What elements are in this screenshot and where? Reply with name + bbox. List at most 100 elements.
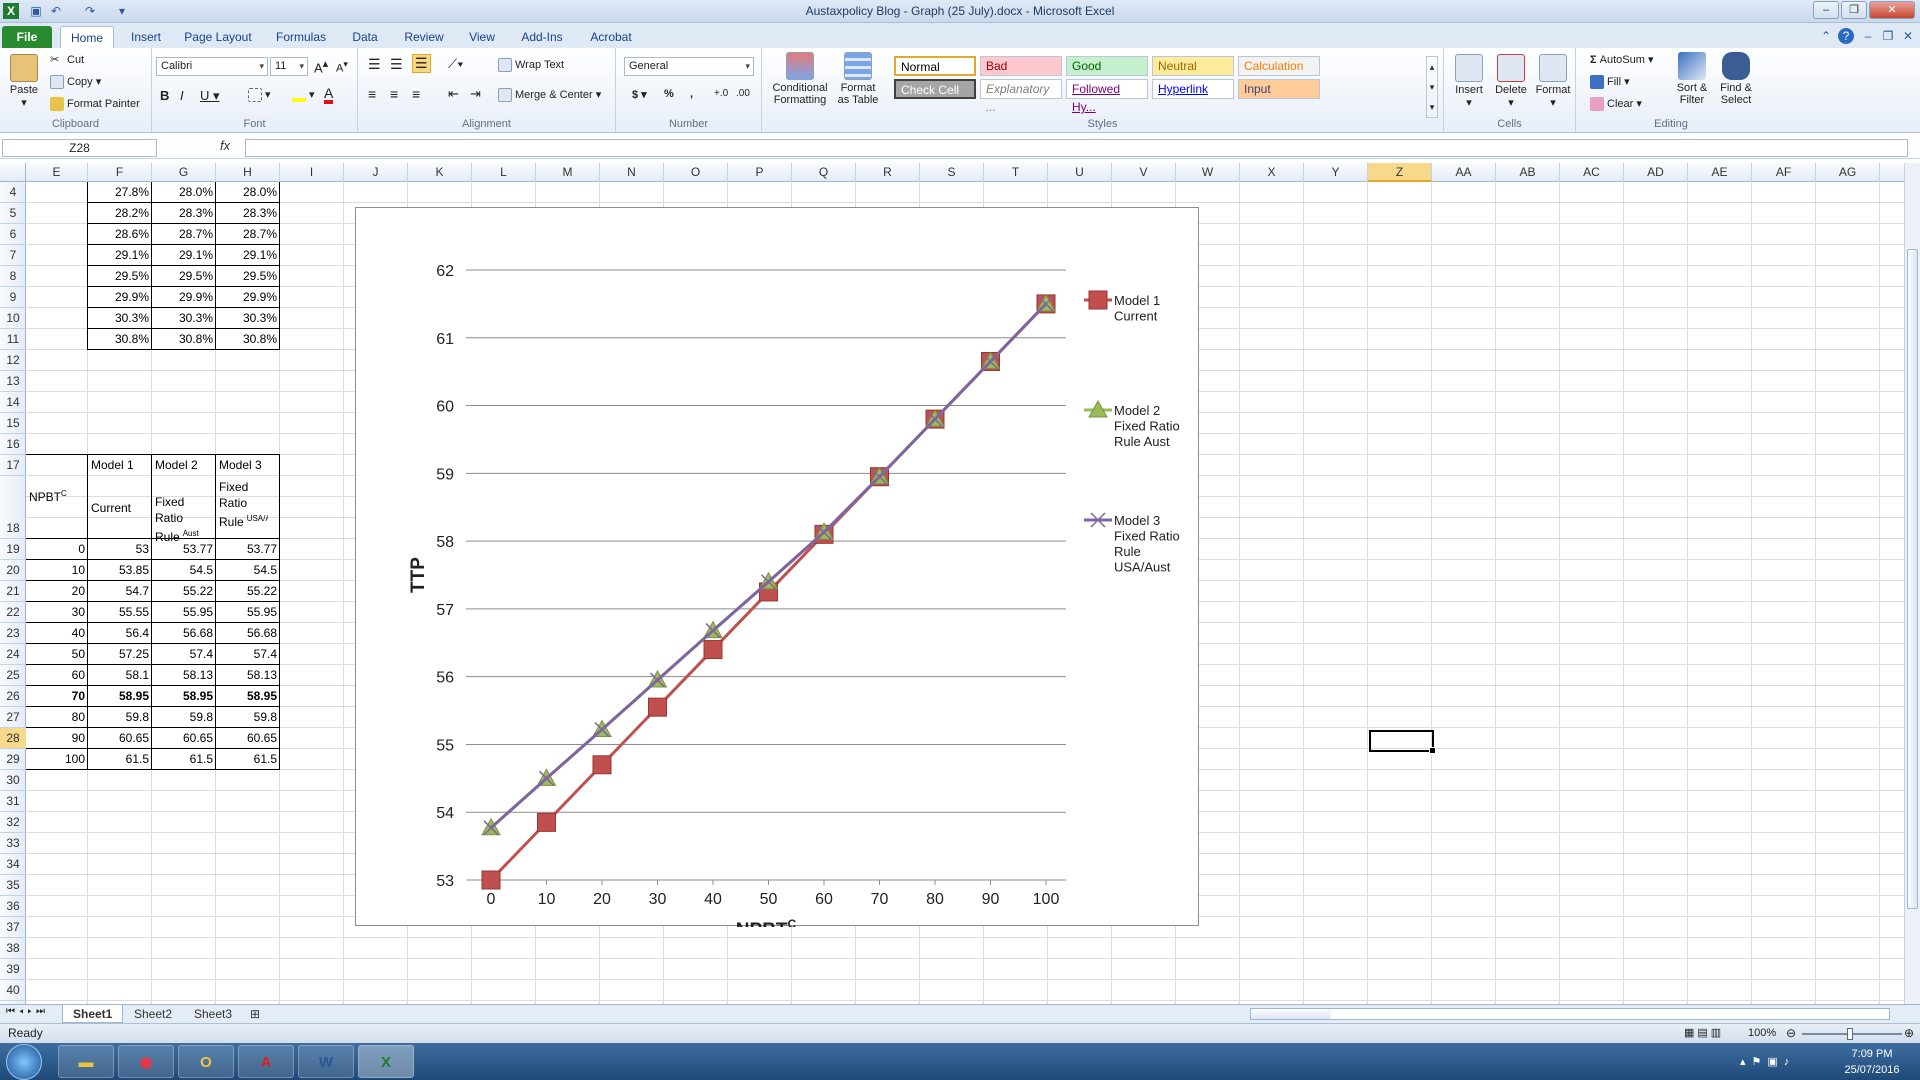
currency-button[interactable]: $ ▾ bbox=[632, 88, 647, 101]
cell-style-neutral[interactable]: Neutral bbox=[1152, 56, 1234, 76]
maximize-button[interactable]: ❐ bbox=[1841, 1, 1867, 19]
doc-close-icon[interactable]: ✕ bbox=[1900, 28, 1916, 44]
increase-indent-icon[interactable]: ⇥ bbox=[470, 86, 481, 102]
row-header-32[interactable]: 32 bbox=[0, 812, 26, 833]
column-header-u[interactable]: U bbox=[1048, 163, 1112, 182]
decrease-decimal-icon[interactable]: .00 bbox=[736, 88, 750, 99]
orientation-icon[interactable]: ⟋▾ bbox=[448, 56, 463, 72]
row-header-26[interactable]: 26 bbox=[0, 686, 26, 707]
align-middle-icon[interactable]: ☰ bbox=[390, 56, 403, 73]
row-header-9[interactable]: 9 bbox=[0, 287, 26, 308]
row-header-20[interactable]: 20 bbox=[0, 560, 26, 581]
doc-restore-icon[interactable]: ❐ bbox=[1880, 28, 1896, 44]
column-header-y[interactable]: Y bbox=[1304, 163, 1368, 182]
align-right-icon[interactable]: ≡ bbox=[412, 86, 420, 102]
wrap-text-button[interactable]: Wrap Text bbox=[498, 58, 564, 72]
delete-cells-button[interactable]: Delete ▾ bbox=[1492, 54, 1530, 109]
cell-style-followed-hy[interactable]: Followed Hy... bbox=[1066, 79, 1148, 114]
insert-sheet-icon[interactable]: ⊞ bbox=[244, 1005, 266, 1023]
merge-center-button[interactable]: Merge & Center ▾ bbox=[498, 88, 601, 103]
row-header-23[interactable]: 23 bbox=[0, 623, 26, 644]
column-header-aa[interactable]: AA bbox=[1432, 163, 1496, 182]
cell-style-check-cell[interactable]: Check Cell bbox=[894, 79, 976, 99]
format-cells-button[interactable]: Format ▾ bbox=[1534, 54, 1572, 109]
column-header-o[interactable]: O bbox=[664, 163, 728, 182]
column-header-l[interactable]: L bbox=[472, 163, 536, 182]
select-all-corner[interactable] bbox=[0, 163, 26, 182]
format-painter-button[interactable]: Format Painter bbox=[50, 97, 140, 111]
help-icon[interactable]: ? bbox=[1838, 28, 1854, 44]
row-header-28[interactable]: 28 bbox=[0, 728, 26, 749]
tab-formulas[interactable]: Formulas bbox=[266, 26, 336, 48]
minimize-button[interactable]: – bbox=[1813, 1, 1839, 19]
row-header-17[interactable]: 17 bbox=[0, 455, 26, 476]
sheet-tab-1[interactable]: Sheet1 bbox=[62, 1005, 124, 1023]
row-header-18[interactable]: 18 bbox=[0, 476, 26, 539]
column-header-g[interactable]: G bbox=[152, 163, 216, 182]
column-header-ab[interactable]: AB bbox=[1496, 163, 1560, 182]
formula-input[interactable] bbox=[245, 139, 1908, 157]
horizontal-scroll-thumb[interactable] bbox=[1251, 1009, 1331, 1019]
tab-insert[interactable]: Insert bbox=[122, 26, 170, 48]
column-header-r[interactable]: R bbox=[856, 163, 920, 182]
row-header-37[interactable]: 37 bbox=[0, 917, 26, 938]
tray-icons[interactable]: ▴⚑▣♪ bbox=[1740, 1055, 1795, 1068]
view-buttons-icon[interactable]: ▦▤▥ bbox=[1684, 1024, 1724, 1043]
chrome-taskbar-icon[interactable]: ◉ bbox=[118, 1045, 174, 1078]
autosum-button[interactable]: Σ AutoSum ▾ bbox=[1590, 53, 1654, 66]
column-header-p[interactable]: P bbox=[728, 163, 792, 182]
worksheet-grid[interactable]: 27.8% 28.0% 28.0% 28.2% 28.3% 28.3% 28.6% 28.7%… bbox=[26, 182, 1904, 1004]
tab-data[interactable]: Data bbox=[344, 26, 386, 48]
cell-style-normal[interactable]: Normal bbox=[894, 56, 976, 76]
row-header-29[interactable]: 29 bbox=[0, 749, 26, 770]
row-header-6[interactable]: 6 bbox=[0, 224, 26, 245]
close-button[interactable]: ✕ bbox=[1869, 1, 1915, 19]
ribbon-minimize-icon[interactable]: ⌃ bbox=[1818, 28, 1834, 44]
find-select-button[interactable]: Find & Select bbox=[1714, 52, 1758, 106]
sheet-tab-2[interactable]: Sheet2 bbox=[124, 1005, 182, 1023]
zoom-level[interactable]: 100% bbox=[1748, 1024, 1776, 1043]
bold-button[interactable]: B bbox=[160, 88, 169, 103]
font-name-combo[interactable]: Calibri bbox=[156, 57, 268, 76]
sheet-tab-3[interactable]: Sheet3 bbox=[184, 1005, 242, 1023]
tab-review[interactable]: Review bbox=[396, 26, 452, 48]
column-header-j[interactable]: J bbox=[344, 163, 408, 182]
row-header-34[interactable]: 34 bbox=[0, 854, 26, 875]
column-header-f[interactable]: F bbox=[88, 163, 152, 182]
row-header-4[interactable]: 4 bbox=[0, 182, 26, 203]
doc-minimize-icon[interactable]: – bbox=[1860, 28, 1876, 44]
format-as-table-button[interactable]: Format as Table bbox=[834, 52, 882, 106]
conditional-formatting-button[interactable]: Conditional Formatting bbox=[768, 52, 832, 106]
active-cell-z28[interactable] bbox=[1369, 730, 1436, 754]
font-size-combo[interactable]: 11 bbox=[270, 57, 308, 76]
row-header-35[interactable]: 35 bbox=[0, 875, 26, 896]
underline-button[interactable]: U ▾ bbox=[200, 88, 220, 104]
zoom-out-icon[interactable]: ⊖ bbox=[1786, 1024, 1796, 1043]
borders-button[interactable]: ▾ bbox=[248, 88, 271, 103]
row-header-40[interactable]: 40 bbox=[0, 980, 26, 1001]
column-header-x[interactable]: X bbox=[1240, 163, 1304, 182]
row-header-12[interactable]: 12 bbox=[0, 350, 26, 371]
row-header-13[interactable]: 13 bbox=[0, 371, 26, 392]
font-color-button[interactable]: A bbox=[324, 86, 334, 104]
horizontal-scrollbar[interactable] bbox=[1250, 1008, 1890, 1020]
decrease-indent-icon[interactable]: ⇤ bbox=[448, 86, 459, 102]
vertical-scroll-thumb[interactable] bbox=[1907, 249, 1918, 909]
row-header-16[interactable]: 16 bbox=[0, 434, 26, 455]
cut-button[interactable]: ✂ Cut bbox=[50, 53, 84, 67]
column-header-n[interactable]: N bbox=[600, 163, 664, 182]
column-header-q[interactable]: Q bbox=[792, 163, 856, 182]
column-header-ad[interactable]: AD bbox=[1624, 163, 1688, 182]
row-header-27[interactable]: 27 bbox=[0, 707, 26, 728]
start-button-icon[interactable] bbox=[6, 1044, 42, 1080]
row-header-30[interactable]: 30 bbox=[0, 770, 26, 791]
cell-style-explanatory[interactable]: Explanatory ... bbox=[980, 79, 1062, 114]
row-header-24[interactable]: 24 bbox=[0, 644, 26, 665]
zoom-in-icon[interactable]: ⊕ bbox=[1904, 1024, 1914, 1043]
tray-clock[interactable]: 7:09 PM 25/07/2016 bbox=[1830, 1046, 1914, 1078]
column-header-af[interactable]: AF bbox=[1752, 163, 1816, 182]
shrink-font-button[interactable]: A▾ bbox=[336, 59, 348, 75]
outlook-taskbar-icon[interactable]: O bbox=[178, 1045, 234, 1078]
cell-style-input[interactable]: Input bbox=[1238, 79, 1320, 99]
column-header-k[interactable]: K bbox=[408, 163, 472, 182]
